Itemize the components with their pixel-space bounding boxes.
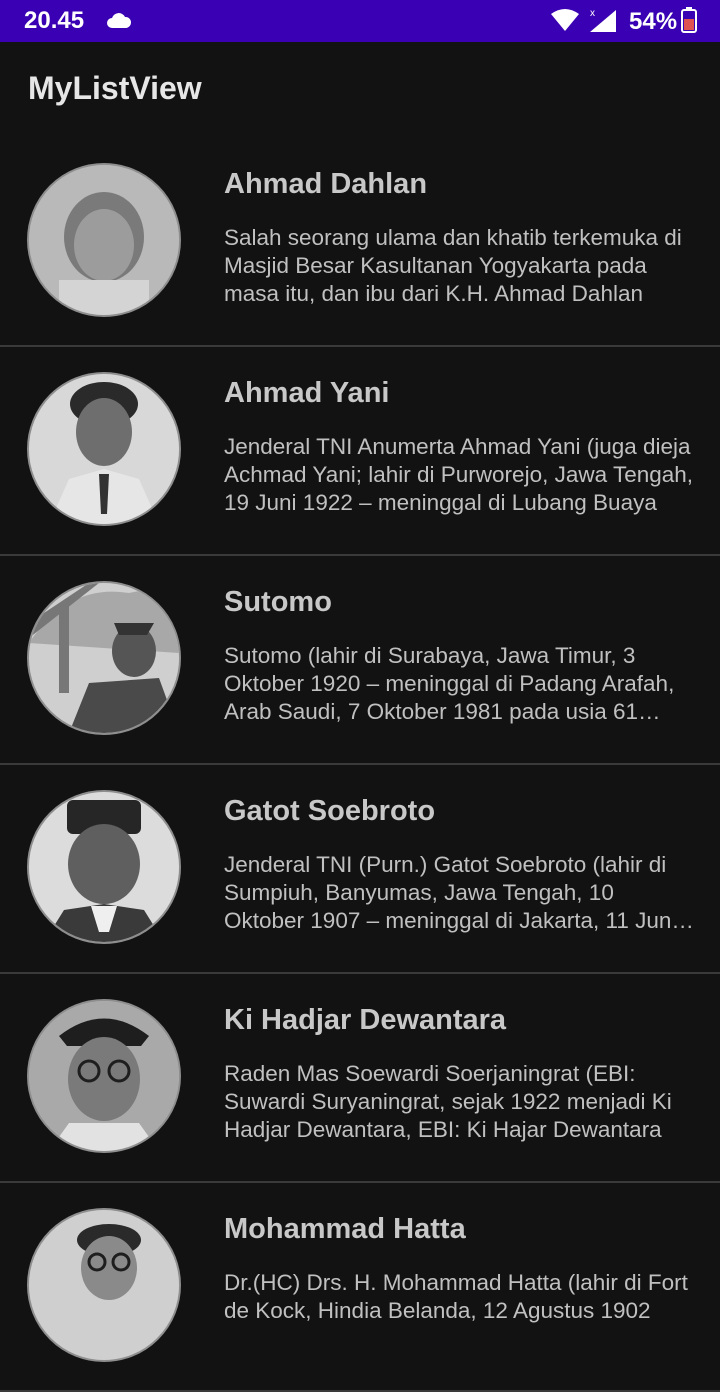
hero-list[interactable]: Ahmad Dahlan Salah seorang ulama dan kha… bbox=[0, 138, 720, 1392]
hero-name: Ahmad Yani bbox=[224, 377, 390, 409]
app-bar: MyListView bbox=[0, 42, 720, 138]
hero-description: Jenderal TNI Anumerta Ahmad Yani (juga d… bbox=[224, 434, 694, 515]
avatar bbox=[27, 581, 181, 735]
hero-description: Dr.(HC) Drs. H. Mohammad Hatta (lahir di… bbox=[224, 1270, 688, 1323]
hero-name: Mohammad Hatta bbox=[224, 1213, 466, 1245]
portrait-image bbox=[29, 792, 179, 942]
avatar bbox=[27, 1208, 181, 1362]
list-item[interactable]: Mohammad Hatta Dr.(HC) Drs. H. Mohammad … bbox=[0, 1183, 720, 1392]
status-time: 20.45 bbox=[24, 7, 85, 34]
portrait-image bbox=[29, 583, 179, 733]
hero-name: Sutomo bbox=[224, 586, 332, 618]
avatar bbox=[27, 163, 181, 317]
hero-name: Ahmad Dahlan bbox=[224, 168, 428, 200]
portrait-image bbox=[29, 1001, 179, 1151]
battery-percent: 54% bbox=[629, 8, 678, 35]
app-title: MyListView bbox=[28, 70, 202, 106]
hero-description: Sutomo (lahir di Surabaya, Jawa Timur, 3… bbox=[224, 643, 675, 724]
hero-name: Ki Hadjar Dewantara bbox=[224, 1004, 507, 1036]
status-bar: 20.45 x 54% bbox=[0, 0, 720, 42]
svg-text:x: x bbox=[590, 8, 595, 19]
wifi-icon bbox=[551, 9, 579, 31]
cloud-icon bbox=[107, 13, 132, 28]
avatar bbox=[27, 790, 181, 944]
portrait-image bbox=[29, 374, 179, 524]
portrait-image bbox=[29, 165, 179, 315]
list-item[interactable]: Ahmad Yani Jenderal TNI Anumerta Ahmad Y… bbox=[0, 347, 720, 556]
list-item[interactable]: Gatot Soebroto Jenderal TNI (Purn.) Gato… bbox=[0, 765, 720, 974]
hero-name: Gatot Soebroto bbox=[224, 795, 436, 827]
hero-description: Jenderal TNI (Purn.) Gatot Soebroto (lah… bbox=[224, 852, 677, 933]
avatar bbox=[27, 999, 181, 1153]
list-item[interactable]: Sutomo Sutomo (lahir di Surabaya, Jawa T… bbox=[0, 556, 720, 765]
list-item[interactable]: Ahmad Dahlan Salah seorang ulama dan kha… bbox=[0, 138, 720, 347]
list-item[interactable]: Ki Hadjar Dewantara Raden Mas Soewardi S… bbox=[0, 974, 720, 1183]
signal-icon: x bbox=[590, 8, 616, 32]
battery-icon bbox=[681, 7, 697, 33]
hero-description: Salah seorang ulama dan khatib terkemuka… bbox=[224, 225, 682, 306]
avatar bbox=[27, 372, 181, 526]
portrait-image bbox=[29, 1210, 179, 1360]
hero-description: Raden Mas Soewardi Soerjaningrat (EBI: S… bbox=[224, 1061, 672, 1142]
